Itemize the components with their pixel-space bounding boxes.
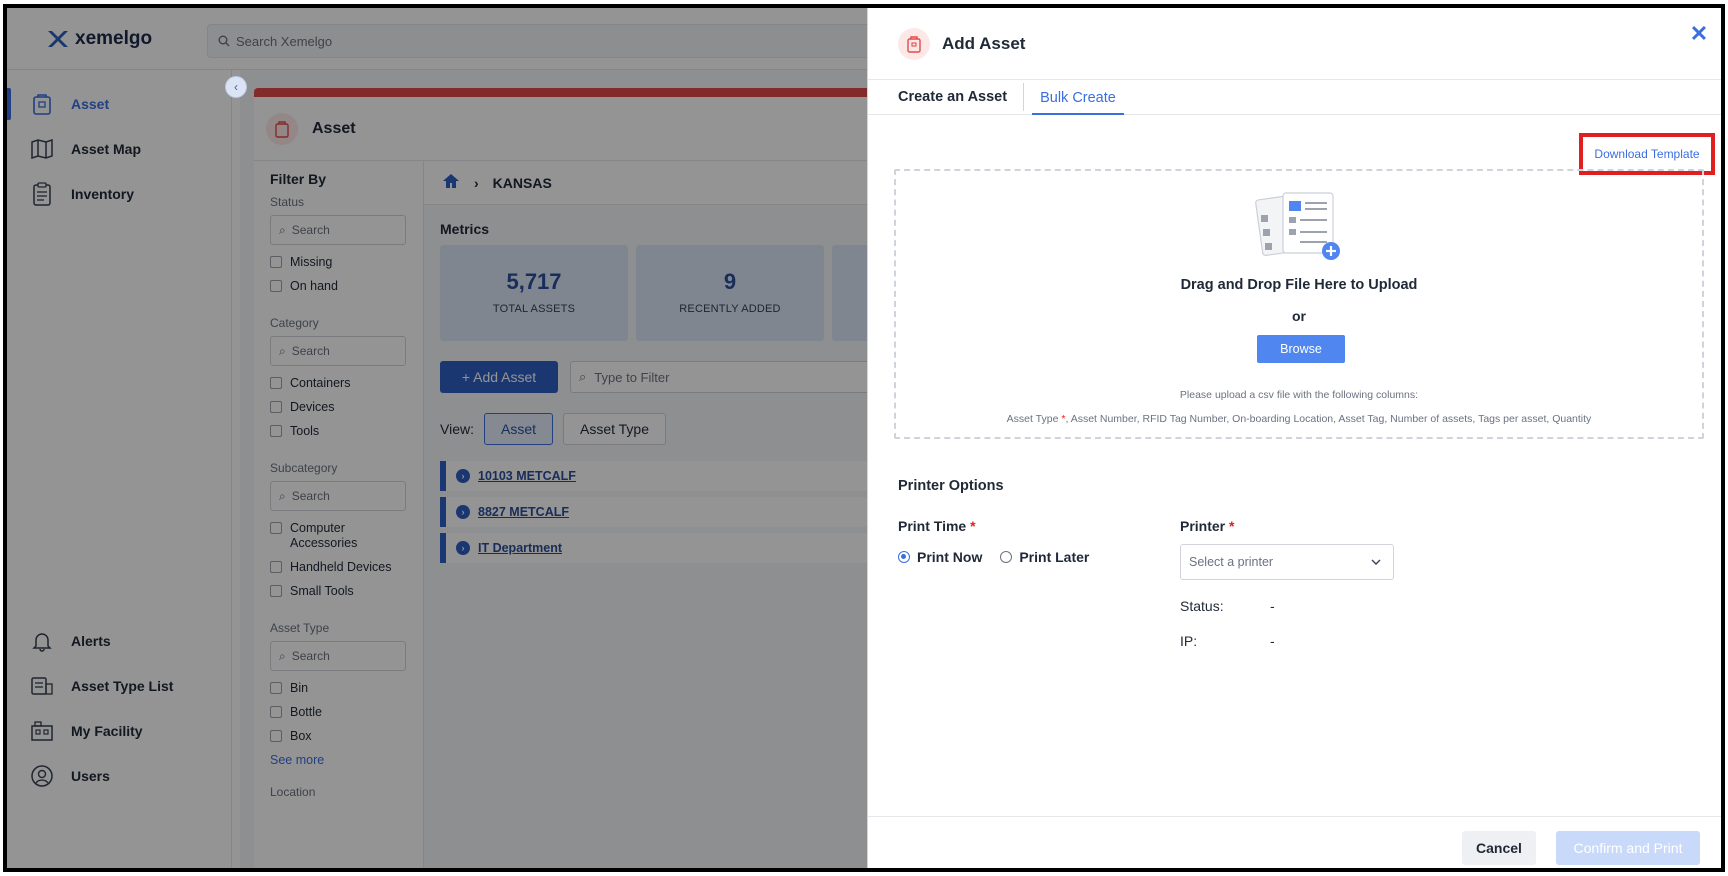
cancel-button[interactable]: Cancel	[1462, 831, 1536, 865]
ip-value: -	[1270, 633, 1275, 649]
printer-select[interactable]: Select a printer	[1180, 544, 1394, 580]
print-now-radio[interactable]: Print Now	[898, 549, 982, 565]
column-list: , Asset Number, RFID Tag Number, On-boar…	[1065, 413, 1592, 425]
panel-header: Add Asset	[868, 8, 1721, 80]
required-marker: *	[1229, 518, 1235, 534]
printer-label: Printer *	[1180, 518, 1234, 534]
print-now-label: Print Now	[917, 549, 983, 565]
printer-ip-row: IP: -	[1180, 633, 1275, 649]
confirm-and-print-button[interactable]: Confirm and Print	[1556, 831, 1700, 865]
chevron-down-icon	[1371, 559, 1381, 565]
status-value: -	[1270, 598, 1275, 614]
dropzone-or: or	[1292, 308, 1306, 324]
sidebar-collapse-button[interactable]: ‹	[225, 76, 247, 98]
add-asset-panel: Add Asset ✕ Create an Asset Bulk Create …	[867, 8, 1721, 868]
panel-footer: Cancel Confirm and Print	[868, 816, 1721, 868]
upload-file-icon	[1255, 192, 1340, 260]
asset-icon	[898, 27, 930, 60]
column-asset-type: Asset Type	[1006, 413, 1059, 425]
panel-tabs: Create an Asset Bulk Create	[868, 80, 1721, 115]
print-time-options: Print Now Print Later	[898, 549, 1089, 565]
modal-backdrop[interactable]	[7, 8, 867, 868]
browse-button[interactable]: Browse	[1257, 335, 1345, 363]
printer-placeholder: Select a printer	[1189, 555, 1274, 569]
ip-label: IP:	[1180, 633, 1198, 649]
tab-bulk-create[interactable]: Bulk Create	[1032, 80, 1124, 115]
file-dropzone[interactable]: Drag and Drop File Here to Upload or Bro…	[894, 169, 1704, 439]
dropzone-title: Drag and Drop File Here to Upload	[1180, 277, 1418, 293]
tab-create-an-asset[interactable]: Create an Asset	[898, 83, 1025, 111]
print-time-label: Print Time *	[898, 518, 976, 534]
upload-instructions: Please upload a csv file with the follow…	[1179, 389, 1419, 401]
required-marker: *	[970, 518, 976, 534]
close-icon[interactable]: ✕	[1687, 21, 1711, 46]
radio-unselected-icon[interactable]	[1000, 551, 1013, 563]
panel-title: Add Asset	[942, 33, 1026, 53]
status-label: Status:	[1180, 598, 1224, 614]
upload-columns: Asset Type *, Asset Number, RFID Tag Num…	[896, 413, 1702, 425]
printer-options-title: Printer Options	[898, 478, 1004, 494]
screenshot-frame: xemelgo Search Xemelgo Asset Asset Map I…	[3, 4, 1725, 872]
print-time-text: Print Time	[898, 518, 967, 534]
print-later-label: Print Later	[1019, 549, 1090, 565]
printer-label-text: Printer	[1180, 518, 1226, 534]
chevron-left-icon: ‹	[234, 80, 238, 94]
print-later-radio[interactable]: Print Later	[1000, 549, 1089, 565]
printer-status-row: Status: -	[1180, 598, 1275, 614]
radio-selected-icon[interactable]	[898, 551, 910, 563]
